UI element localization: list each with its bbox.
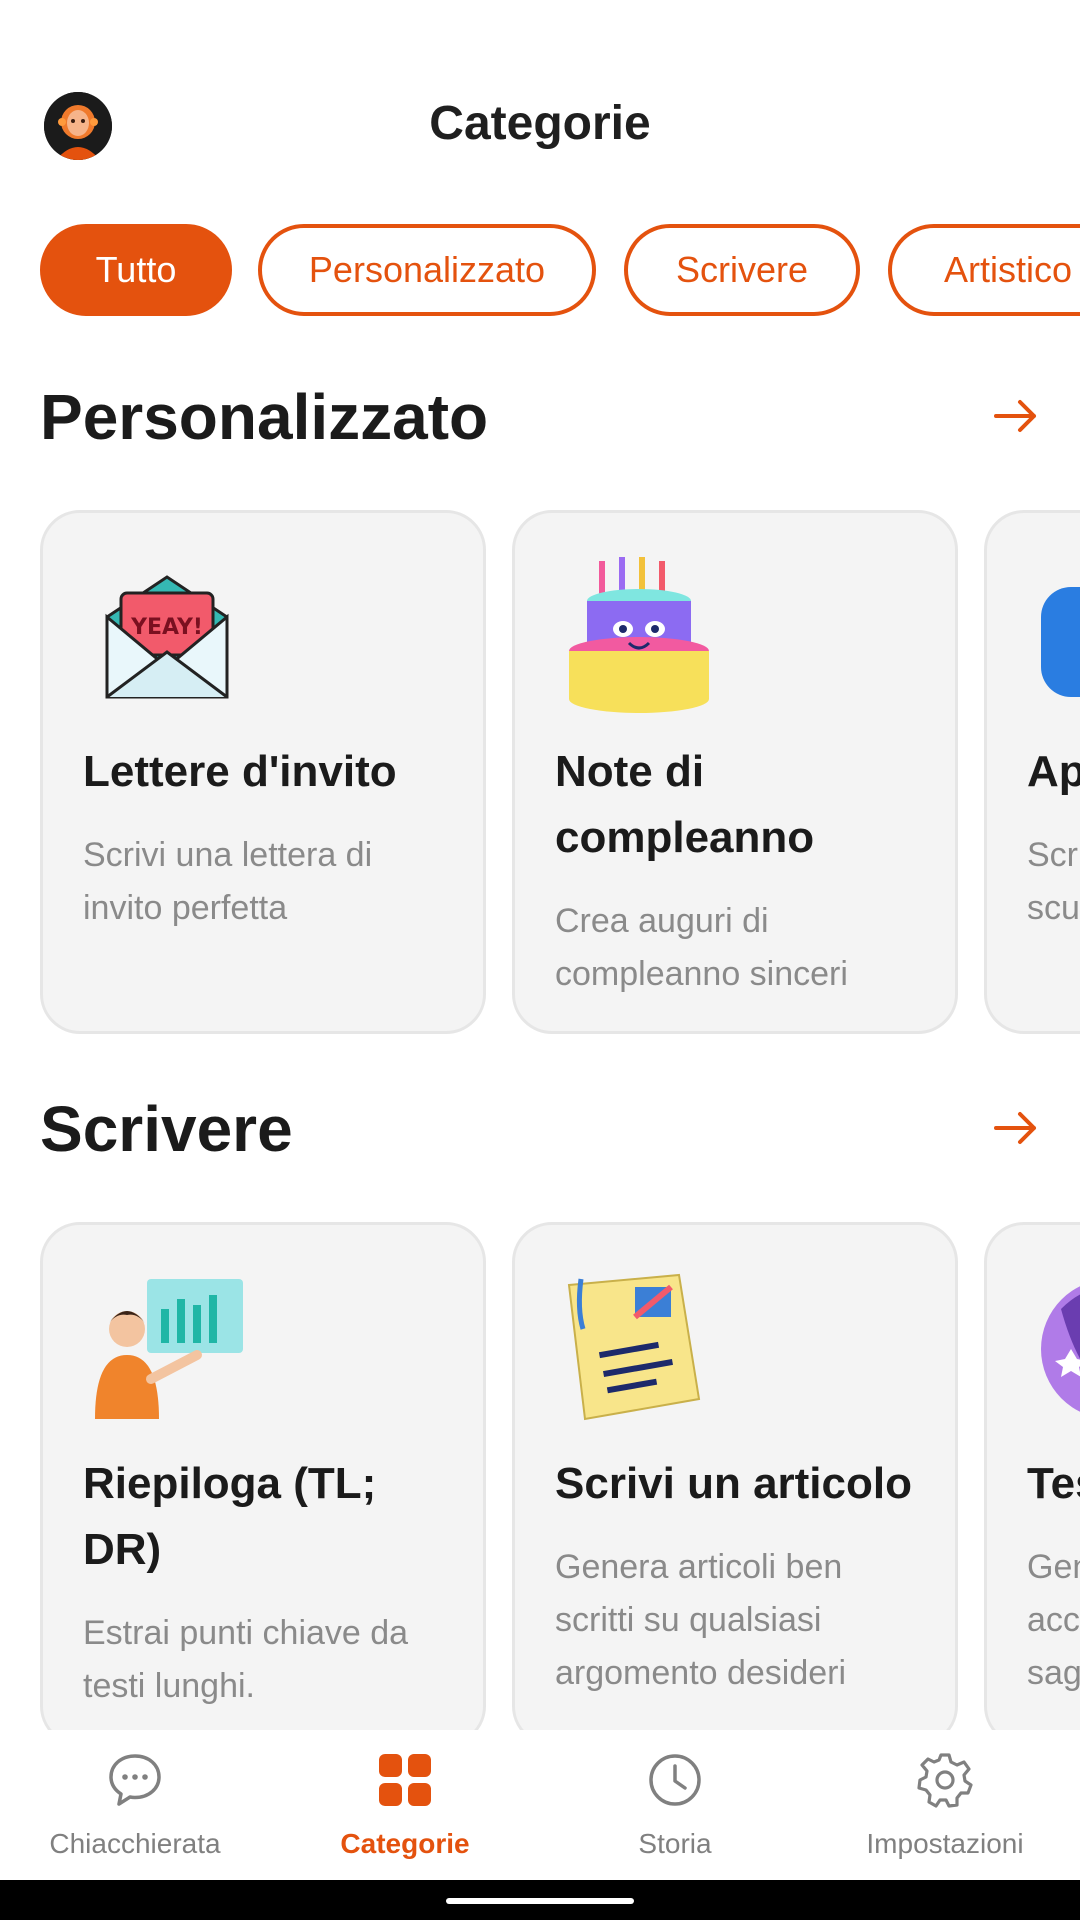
- card-title: Note di compleanno: [555, 747, 815, 862]
- card-description: Genera articoli ben scritti su qualsiasi…: [555, 1548, 847, 1692]
- card-title: Lettere d'invito: [83, 747, 397, 796]
- card-lettere-invito[interactable]: YEAY! Lettere d'invito Scrivi una letter…: [40, 510, 486, 1034]
- chip-personalizzato[interactable]: Personalizzato: [258, 224, 596, 316]
- card-note-compleanno[interactable]: Note di compleanno Crea auguri di comple…: [512, 510, 958, 1034]
- card-title: Scrivi un articolo: [555, 1459, 912, 1508]
- card-scrivi-articolo[interactable]: Scrivi un articolo Genera articoli ben s…: [512, 1222, 958, 1730]
- apology-sticker-icon: R S: [1041, 587, 1080, 697]
- personalizzato-card-row: YEAY! Lettere d'invito Scrivi una letter…: [0, 510, 1080, 1040]
- card-title: Tes: [1027, 1459, 1080, 1508]
- nav-storia[interactable]: Storia: [540, 1730, 810, 1880]
- arrow-right-icon[interactable]: [992, 1104, 1040, 1152]
- card-riepiloga[interactable]: Riepiloga (TL; DR) Estrai punti chiave d…: [40, 1222, 486, 1730]
- nav-label: Categorie: [340, 1828, 470, 1859]
- chat-bubble-icon: [109, 1754, 161, 1806]
- nav-label: Storia: [638, 1828, 712, 1859]
- nav-label: Impostazioni: [866, 1828, 1024, 1859]
- card-description: Gen acc sag: [1027, 1548, 1080, 1692]
- birthday-cake-icon: [569, 557, 709, 713]
- card-apology-partial[interactable]: R S Ap Scr scus: [984, 510, 1080, 1034]
- clock-icon: [649, 1754, 701, 1806]
- card-description: Scr scus: [1027, 836, 1080, 927]
- sticky-note-icon: [567, 1273, 701, 1421]
- category-filter-chips: Tutto Personalizzato Scrivere Artistico: [0, 224, 1080, 324]
- card-tes-partial[interactable]: Tes Gen acc sag: [984, 1222, 1080, 1730]
- top-bar: Categorie: [0, 0, 1080, 200]
- section-title-scrivere: Scrivere: [40, 1093, 293, 1165]
- purple-character-icon: [1041, 1286, 1080, 1412]
- chip-artistico[interactable]: Artistico: [888, 224, 1080, 316]
- card-title: Ap: [1027, 747, 1080, 796]
- yeay-text: YEAY!: [130, 615, 203, 640]
- grid-icon: [379, 1754, 431, 1806]
- envelope-icon: YEAY!: [105, 575, 229, 699]
- card-description: Estrai punti chiave da testi lunghi.: [83, 1614, 409, 1705]
- gear-icon: [917, 1753, 973, 1808]
- nav-impostazioni[interactable]: Impostazioni: [810, 1730, 1080, 1880]
- page-title: Categorie: [429, 97, 651, 150]
- nav-categorie[interactable]: Categorie: [270, 1730, 540, 1880]
- card-description: Scrivi una lettera di invito perfetta: [83, 836, 373, 927]
- chip-tutto[interactable]: Tutto: [40, 224, 232, 316]
- home-gesture-handle[interactable]: [446, 1898, 634, 1904]
- nav-label: Chiacchierata: [49, 1828, 221, 1859]
- arrow-right-icon[interactable]: [992, 392, 1040, 440]
- section-title-personalizzato: Personalizzato: [40, 381, 489, 453]
- presenter-chart-icon: [95, 1279, 243, 1419]
- nav-chiacchierata[interactable]: Chiacchierata: [0, 1730, 270, 1880]
- card-description: Crea auguri di compleanno sinceri: [555, 902, 848, 993]
- card-title: Riepiloga (TL; DR): [83, 1459, 377, 1574]
- bottom-navigation: Chiacchierata Categorie Storia Impostazi…: [0, 1730, 1080, 1880]
- scrivere-card-row: Riepiloga (TL; DR) Estrai punti chiave d…: [0, 1222, 1080, 1730]
- chip-scrivere[interactable]: Scrivere: [624, 224, 860, 316]
